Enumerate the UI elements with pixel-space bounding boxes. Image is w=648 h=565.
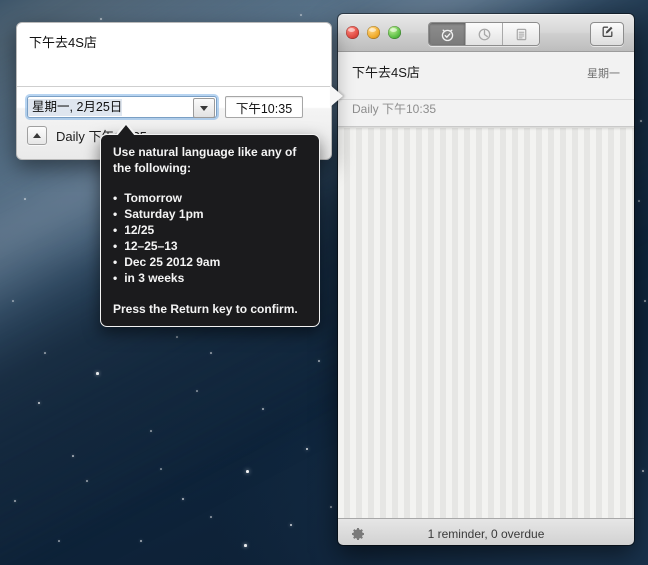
- tooltip-example-item: Tomorrow: [113, 190, 307, 206]
- date-time-row: 星期一, 2月25日 下午10:35: [17, 87, 331, 118]
- minimize-button[interactable]: [367, 26, 380, 39]
- note-text: 下午去4S店: [29, 35, 97, 50]
- segment-timer-tab[interactable]: [466, 23, 503, 45]
- tooltip-example-item: Dec 25 2012 9am: [113, 254, 307, 270]
- triangle-up-icon: [33, 133, 41, 138]
- tooltip-footer: Press the Return key to confirm.: [113, 302, 298, 316]
- reminder-subtitle-row: Daily 下午10:35: [338, 100, 634, 127]
- tooltip-example-list: TomorrowSaturday 1pm12/2512–25–13Dec 25 …: [113, 190, 307, 286]
- repeat-stepper-button[interactable]: [27, 126, 47, 145]
- alarm-clock-check-icon: [440, 27, 455, 42]
- compose-reminder-button[interactable]: [590, 22, 624, 46]
- tooltip-pointer-inner: [117, 125, 135, 136]
- chevron-down-icon: [200, 105, 208, 111]
- zoom-button[interactable]: [388, 26, 401, 39]
- traffic-lights: [346, 26, 401, 39]
- view-segmented-control[interactable]: [428, 22, 540, 46]
- tooltip-heading: Use natural language like any of the fol…: [113, 145, 297, 175]
- list-document-icon: [514, 27, 529, 42]
- window-statusbar: 1 reminder, 0 overdue: [338, 518, 634, 545]
- reminder-title-row: 下午去4S店 星期一: [352, 62, 620, 81]
- tooltip-example-item: Saturday 1pm: [113, 206, 307, 222]
- reminder-title: 下午去4S店: [352, 65, 420, 80]
- time-field[interactable]: 下午10:35: [225, 96, 303, 118]
- clock-timer-icon: [477, 27, 492, 42]
- note-text-area[interactable]: 下午去4S店: [17, 23, 331, 87]
- gear-icon[interactable]: [350, 526, 366, 545]
- reminder-repeat-time: Daily 下午10:35: [352, 102, 437, 116]
- tooltip-example-item: 12–25–13: [113, 238, 307, 254]
- segment-reminders-tab[interactable]: [429, 23, 466, 45]
- close-button[interactable]: [346, 26, 359, 39]
- reminders-window[interactable]: 下午去4S店 星期一 Daily 下午10:35 1 reminder, 0 o…: [338, 14, 634, 545]
- status-text: 1 reminder, 0 overdue: [427, 527, 545, 541]
- window-titlebar[interactable]: [338, 14, 634, 52]
- reminders-list-area[interactable]: [338, 127, 634, 518]
- popover-arrow: [330, 85, 343, 107]
- reminder-day: 星期一: [587, 68, 620, 80]
- tooltip-example-item: 12/25: [113, 222, 307, 238]
- natural-language-tooltip: Use natural language like any of the fol…: [100, 122, 320, 327]
- reminder-header: 下午去4S店 星期一: [338, 52, 634, 100]
- date-dropdown-button[interactable]: [193, 98, 215, 118]
- date-combo-box[interactable]: 星期一, 2月25日: [27, 96, 217, 118]
- compose-square-pencil-icon: [600, 24, 615, 44]
- date-value: 星期一, 2月25日: [28, 98, 123, 116]
- segment-lists-tab[interactable]: [503, 23, 539, 45]
- tooltip-example-item: in 3 weeks: [113, 270, 307, 286]
